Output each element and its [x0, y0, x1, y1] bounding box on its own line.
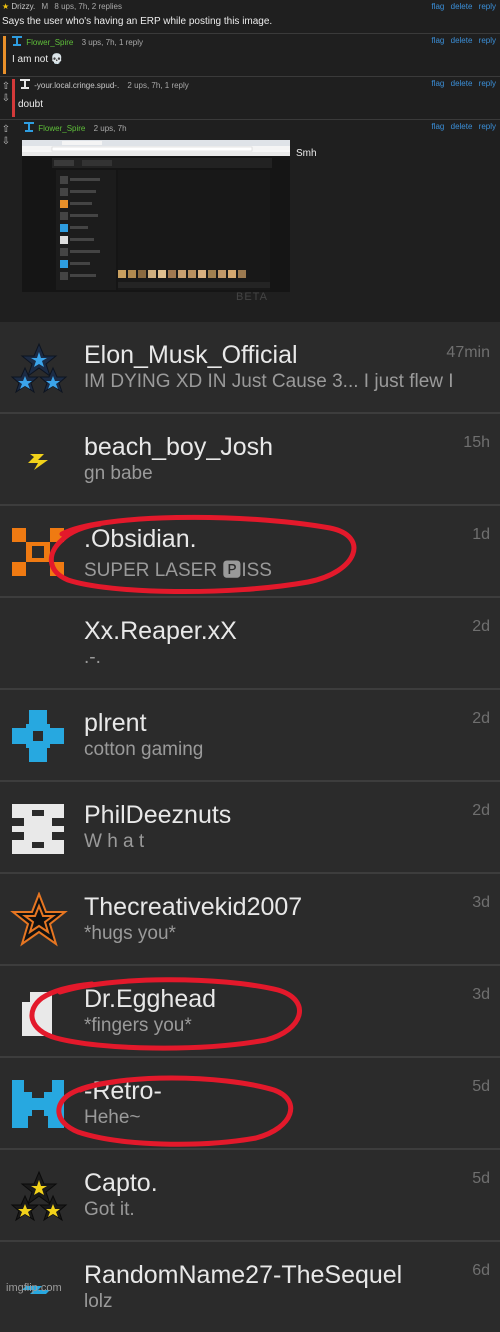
flag-link[interactable]: flag [431, 122, 444, 131]
conversation-time: 5d [472, 1078, 490, 1095]
conversation-name: Capto. [84, 1169, 158, 1197]
conversation-time: 2d [472, 802, 490, 819]
delete-link[interactable]: delete [451, 2, 473, 11]
upvote-arrow-icon[interactable]: ⇧ [0, 124, 12, 136]
orange-star-icon [10, 892, 68, 948]
flag-link[interactable]: flag [431, 36, 444, 45]
comment-stats: 3 ups, 7h, 1 reply [81, 38, 143, 47]
avatar [10, 616, 68, 672]
red-circle-annotation [29, 977, 302, 1051]
conversation-row[interactable]: .Obsidian. SUPER LASER 🅿ISS 1d [0, 506, 500, 598]
comment-username[interactable]: Drizzy. [11, 2, 35, 11]
conversation-row[interactable]: plrent cotton gaming 2d [0, 690, 500, 782]
conversation-time: 3d [472, 986, 490, 1003]
comment-actions: flag delete reply [427, 2, 496, 11]
lightning-icon [10, 432, 68, 488]
comment-actions: flag delete reply [427, 79, 496, 88]
three-stars-icon [10, 340, 68, 396]
conversation-name: PhilDeeznuts [84, 801, 232, 829]
conversation-preview: lolz [84, 1291, 113, 1312]
conversation-preview: *hugs you* [84, 923, 176, 944]
conversation-row[interactable]: Capto. Got it. 5d [0, 1150, 500, 1242]
conversation-time: 5d [472, 1170, 490, 1187]
delete-link[interactable]: delete [451, 79, 473, 88]
upvote-arrow-icon[interactable]: ⇧ [0, 81, 12, 93]
conversation-time: 2d [472, 710, 490, 727]
comment-thread: ★ Drizzy. M 8 ups, 7h, 2 replies flag de… [0, 0, 500, 322]
conversation-row[interactable]: PhilDeeznuts W h a t 2d [0, 782, 500, 874]
comment-actions: flag delete reply [427, 122, 496, 131]
flag-link[interactable]: flag [431, 2, 444, 11]
comment-text: Smh [296, 148, 317, 159]
conversation-time: 1d [472, 526, 490, 543]
conversation-preview: W h a t [84, 831, 145, 852]
downvote-arrow-icon[interactable]: ⇩ [0, 136, 12, 148]
conversation-row[interactable]: RandomName27-TheSequel lolz 6d [0, 1242, 500, 1332]
conversation-name: Elon_Musk_Official [84, 341, 298, 369]
conversation-preview: .-. [84, 647, 101, 668]
conversation-preview: cotton gaming [84, 739, 204, 760]
conversation-row[interactable]: Xx.Reaper.xX .-. 2d [0, 598, 500, 690]
comment-username[interactable]: -your.local.cringe.spud-. [34, 81, 119, 90]
comment-text: I am not 💀 [12, 54, 64, 65]
delete-link[interactable]: delete [451, 36, 473, 45]
conversation-name: plrent [84, 709, 147, 737]
embedded-screenshot[interactable] [22, 140, 290, 292]
comment: Flower_Spire 3 ups, 7h, 1 reply flag del… [0, 34, 500, 77]
conversation-name: RandomName27-TheSequel [84, 1261, 403, 1289]
reply-accent-bar [12, 79, 15, 117]
conversation-name: Xx.Reaper.xX [84, 617, 237, 645]
vote-controls: ⇧ ⇩ [0, 124, 14, 148]
reply-link[interactable]: reply [479, 79, 496, 88]
red-circle-annotation [49, 514, 357, 595]
comment-stats: 2 ups, 7h, 1 reply [127, 81, 189, 90]
user-icon [20, 79, 30, 89]
yellow-stars-icon [10, 1168, 68, 1224]
beta-label: BETA [236, 291, 268, 303]
reply-link[interactable]: reply [479, 2, 496, 11]
conversation-row[interactable]: Elon_Musk_Official IM DYING XD IN Just C… [0, 322, 500, 414]
comment-text: Says the user who's having an ERP while … [2, 16, 273, 27]
conversation-time: 2d [472, 618, 490, 635]
delete-link[interactable]: delete [451, 122, 473, 131]
blue-cross-icon [10, 708, 68, 764]
conversation-row[interactable]: Dr.Egghead *fingers you* 3d [0, 966, 500, 1058]
conversation-time: 3d [472, 894, 490, 911]
conversation-preview: gn babe [84, 463, 153, 484]
reply-accent-bar [3, 36, 6, 74]
reply-link[interactable]: reply [479, 36, 496, 45]
user-icon [24, 122, 34, 132]
comment: ★ Drizzy. M 8 ups, 7h, 2 replies flag de… [0, 0, 500, 34]
conversation-row[interactable]: -Retro- Hehe~ 5d [0, 1058, 500, 1150]
conversation-row[interactable]: Thecreativekid2007 *hugs you* 3d [0, 874, 500, 966]
conversation-preview: Got it. [84, 1199, 135, 1220]
comment-stats: 2 ups, 7h [93, 124, 127, 133]
comment-username[interactable]: Flower_Spire [38, 124, 85, 133]
message-list: Elon_Musk_Official IM DYING XD IN Just C… [0, 322, 500, 1332]
conversation-name: beach_boy_Josh [84, 433, 274, 461]
conversation-time: 15h [463, 434, 490, 451]
watermark: imgflip.com [6, 1282, 62, 1294]
conversation-name: Thecreativekid2007 [84, 893, 303, 921]
comment-actions: flag delete reply [427, 36, 496, 45]
user-icon [12, 36, 22, 46]
conversation-preview: IM DYING XD IN Just Cause 3... I just fl… [84, 371, 454, 392]
red-circle-annotation [56, 1075, 294, 1147]
conversation-row[interactable]: beach_boy_Josh gn babe 15h [0, 414, 500, 506]
conversation-time: 6d [472, 1262, 490, 1279]
downvote-arrow-icon[interactable]: ⇩ [0, 93, 12, 105]
flag-link[interactable]: flag [431, 79, 444, 88]
comment: ⇧ ⇩ -your.local.cringe.spud-. 2 ups, 7h,… [0, 77, 500, 120]
comment-text: doubt [18, 99, 44, 110]
reply-link[interactable]: reply [479, 122, 496, 131]
star-icon: ★ [2, 2, 10, 11]
user-badge: M [41, 2, 49, 11]
white-bars-icon [10, 800, 68, 856]
comment-username[interactable]: Flower_Spire [26, 38, 73, 47]
comment-stats: 8 ups, 7h, 2 replies [54, 2, 123, 11]
conversation-time: 47min [446, 344, 490, 361]
